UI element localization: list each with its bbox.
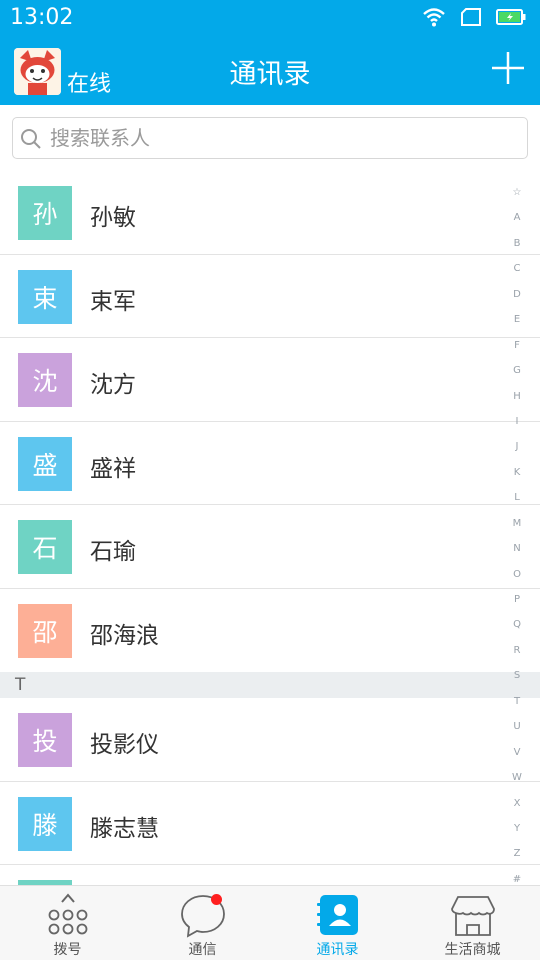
index-letter[interactable]: N [510, 542, 524, 567]
search-box[interactable] [12, 117, 528, 159]
contact-name: 石瑜 [90, 539, 136, 565]
index-letter[interactable]: W [510, 771, 524, 796]
status-time: 13:02 [10, 5, 74, 30]
search-input[interactable] [50, 118, 510, 158]
index-letter[interactable]: Y [510, 822, 524, 847]
index-letter[interactable]: G [510, 364, 524, 389]
contact-avatar: 投 [18, 713, 72, 767]
shop-icon [450, 893, 496, 943]
contact-avatar: 盛 [18, 436, 72, 491]
search-icon [20, 128, 42, 154]
nav-label: 生活商城 [444, 942, 501, 958]
nav-label: 通讯录 [316, 942, 359, 958]
nav-tab-dial[interactable]: 拨号 [0, 886, 135, 960]
contact-row[interactable]: 束 束军 [0, 255, 540, 338]
dialpad-icon [46, 893, 90, 941]
contact-row[interactable]: 滕 滕志慧 [0, 782, 540, 865]
index-letter[interactable]: X [510, 797, 524, 822]
battery-icon [496, 8, 526, 26]
alphabet-index-bar[interactable]: ☆ A B C D E F G H I J K L M N O P Q R S T U V W X Y Z # [510, 186, 524, 898]
contact-name: 滕志慧 [90, 815, 159, 842]
contact-row[interactable]: 孙 孙敏 [0, 171, 540, 255]
index-letter[interactable]: Q [510, 618, 524, 643]
app-header: 13:02 在线 通讯录 [0, 0, 540, 105]
contact-row[interactable]: 邵 邵海浪 [0, 589, 540, 673]
index-letter[interactable]: L [510, 491, 524, 516]
index-letter[interactable]: S [510, 669, 524, 694]
contact-avatar: 石 [18, 520, 72, 574]
contact-avatar: 滕 [18, 796, 72, 851]
contacts-book-icon [316, 893, 360, 941]
section-header: T [0, 672, 540, 698]
section-letter: T [15, 675, 26, 695]
contact-name: 束军 [90, 288, 136, 315]
unread-badge [211, 894, 222, 905]
nav-label: 通信 [188, 942, 217, 958]
nav-tab-shop[interactable]: 生活商城 [405, 886, 540, 960]
index-letter[interactable]: I [510, 415, 524, 440]
contact-avatar: 沈 [18, 353, 72, 407]
sim-card-icon [460, 8, 482, 26]
plus-icon [492, 52, 524, 84]
page-title: 通讯录 [229, 59, 311, 90]
contact-list[interactable]: 孙 孙敏 束 束军 沈 沈方 盛 盛祥 石 石瑜 邵 邵海浪 T 投 投影仪 滕… [0, 171, 540, 885]
index-letter[interactable]: U [510, 720, 524, 745]
index-letter[interactable]: F [510, 339, 524, 364]
index-letter[interactable]: H [510, 390, 524, 415]
contact-row[interactable]: 投 投影仪 [0, 698, 540, 782]
index-letter[interactable]: ☆ [510, 186, 524, 211]
contact-name: 盛祥 [90, 455, 136, 482]
contact-name: 投影仪 [90, 732, 159, 758]
index-letter[interactable]: T [510, 695, 524, 720]
index-letter[interactable]: R [510, 644, 524, 669]
contact-avatar: 邵 [18, 603, 72, 658]
nav-label: 拨号 [53, 942, 82, 958]
status-icons [422, 6, 526, 28]
contact-row[interactable] [0, 865, 540, 885]
index-letter[interactable]: E [510, 313, 524, 338]
add-contact-button[interactable] [490, 50, 526, 86]
contact-name: 沈方 [90, 372, 136, 398]
contact-row[interactable]: 石 石瑜 [0, 505, 540, 589]
index-letter[interactable]: D [510, 288, 524, 313]
nav-tab-messages[interactable]: 通信 [135, 886, 270, 960]
index-letter[interactable]: J [510, 440, 524, 465]
index-letter[interactable]: C [510, 262, 524, 287]
index-letter[interactable]: K [510, 466, 524, 491]
index-letter[interactable]: A [510, 211, 524, 236]
index-letter[interactable]: V [510, 746, 524, 771]
index-letter[interactable]: B [510, 237, 524, 262]
contact-row[interactable]: 盛 盛祥 [0, 422, 540, 505]
index-letter[interactable]: O [510, 568, 524, 593]
bottom-nav: 拨号 通信 通讯录 生活商城 [0, 885, 540, 960]
contact-avatar: 束 [18, 269, 72, 324]
nav-tab-contacts[interactable]: 通讯录 [270, 886, 405, 960]
contact-name: 孙敏 [90, 205, 136, 231]
index-letter[interactable]: P [510, 593, 524, 618]
index-letter[interactable]: M [510, 517, 524, 542]
wifi-icon [422, 7, 446, 27]
index-letter[interactable]: Z [510, 847, 524, 872]
contact-avatar: 孙 [18, 186, 72, 240]
contact-row[interactable]: 沈 沈方 [0, 338, 540, 422]
contact-name: 邵海浪 [90, 622, 159, 649]
